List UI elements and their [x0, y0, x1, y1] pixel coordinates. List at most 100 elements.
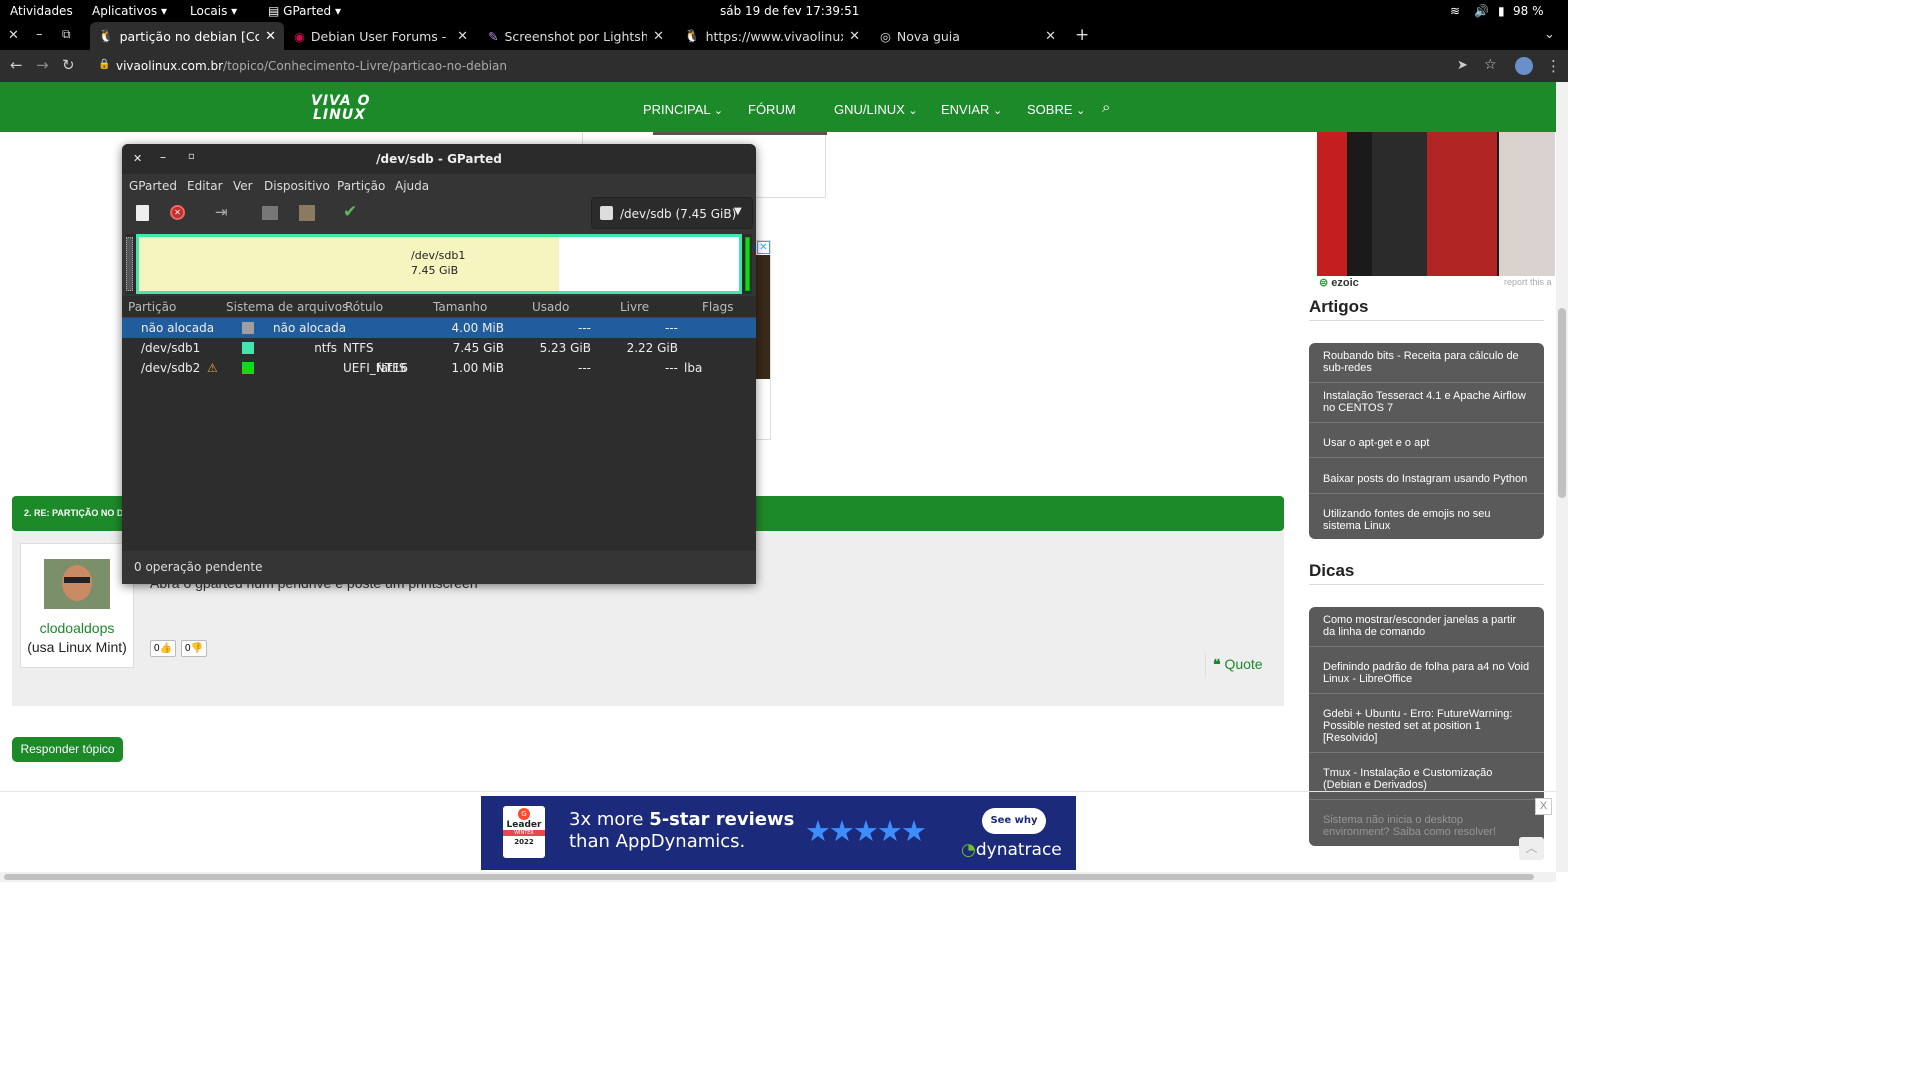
ad-close-icon[interactable]: ✕ — [757, 241, 770, 254]
copy-icon[interactable] — [262, 206, 278, 220]
menu-gparted[interactable]: GParted — [129, 179, 177, 193]
dica-item[interactable]: Definindo padrão de folha para a4 no Voi… — [1309, 647, 1544, 694]
col-livre[interactable]: Livre — [620, 300, 649, 314]
menu-dispositivo[interactable]: Dispositivo — [264, 179, 330, 193]
activities-button[interactable]: Atividades — [10, 4, 73, 18]
dynatrace-logo-icon: ◔ — [961, 840, 976, 860]
cell-size: 4.00 MiB — [451, 321, 504, 335]
col-flags[interactable]: Flags — [702, 300, 733, 314]
tab-vivaolinux-topic[interactable]: 🐧 partição no debian [Conhe ✕ — [90, 22, 284, 50]
search-icon[interactable]: ⌕ — [1102, 99, 1110, 116]
new-partition-icon[interactable] — [136, 205, 149, 221]
artigo-item[interactable]: Roubando bits - Receita para cálculo de … — [1309, 343, 1544, 383]
avatar[interactable] — [44, 559, 110, 609]
bookmark-star-icon[interactable]: ☆ — [1484, 57, 1497, 73]
address-bar[interactable]: vivaolinux.com.br/topico/Conhecimento-Li… — [116, 59, 507, 73]
menu-ver[interactable]: Ver — [233, 179, 253, 193]
gparted-title-bar[interactable]: ✕ – ▫ /dev/sdb - GParted — [122, 144, 756, 174]
artigo-item[interactable]: Utilizando fontes de emojis no seu siste… — [1309, 494, 1544, 539]
like-button[interactable]: 0👍 — [150, 640, 176, 657]
dica-item[interactable]: Como mostrar/esconder janelas a partir d… — [1309, 607, 1544, 647]
tab-close-icon[interactable]: ✕ — [1045, 29, 1056, 44]
col-particao[interactable]: Partição — [128, 300, 176, 314]
apply-check-icon[interactable]: ✔ — [343, 202, 357, 222]
site-logo[interactable]: VIVA O LINUX — [311, 94, 371, 122]
tab-search-chevron-icon[interactable]: ⌄ — [1544, 27, 1555, 42]
cell-label: NTFS — [343, 341, 374, 355]
dicas-divider — [1309, 584, 1544, 585]
menu-ajuda[interactable]: Ajuda — [395, 179, 429, 193]
tab-close-icon[interactable]: ✕ — [849, 29, 860, 44]
unallocated-segment[interactable] — [126, 237, 133, 291]
tab-vivaolinux-url[interactable]: 🐧 https://www.vivaolinux.co ✕ — [676, 22, 868, 50]
user-name-link[interactable]: clodoaldops — [21, 620, 133, 636]
tab-lightshot[interactable]: ✎ Screenshot por Lightshot ✕ — [480, 22, 672, 50]
dica-item[interactable]: Gdebi + Ubuntu - Erro: FutureWarning: Po… — [1309, 694, 1544, 753]
lock-icon[interactable]: 🔒 — [98, 59, 110, 70]
artigo-item[interactable]: Baixar posts do Instagram usando Python — [1309, 458, 1544, 494]
see-why-button[interactable]: See why — [982, 808, 1046, 834]
tab-close-icon[interactable]: ✕ — [653, 29, 664, 44]
reload-icon[interactable]: ↻ — [62, 56, 75, 74]
table-row[interactable]: não alocada não alocada 4.00 MiB --- --- — [122, 318, 756, 338]
scrollbar-thumb[interactable] — [1558, 308, 1566, 498]
dica-item[interactable]: Sistema não inicia o desktop environment… — [1309, 800, 1544, 846]
nav-principal[interactable]: PRINCIPAL ⌄ — [643, 102, 723, 117]
table-row[interactable]: /dev/sdb1 ntfs NTFS 7.45 GiB 5.23 GiB 2.… — [122, 338, 756, 358]
places-menu[interactable]: Locais ▾ — [190, 4, 237, 18]
tab-label: https://www.vivaolinux.co — [705, 28, 844, 44]
floating-ad-close-button[interactable]: X — [1535, 798, 1552, 815]
sidebar-ad-image[interactable] — [1317, 132, 1555, 276]
col-rotulo[interactable]: Rótulo — [345, 300, 383, 314]
nav-enviar[interactable]: ENVIAR ⌄ — [941, 102, 1002, 117]
window-restore-icon[interactable]: ⧉ — [62, 27, 71, 42]
col-tamanho[interactable]: Tamanho — [433, 300, 487, 314]
ezoic-label: ezoic — [1331, 277, 1359, 289]
chrome-menu-icon[interactable]: ⋮ — [1546, 57, 1561, 75]
table-row[interactable]: /dev/sdb2 ⚠ fat16 UEFI_NTFS 1.00 MiB ---… — [122, 358, 756, 378]
wifi-icon[interactable]: ≋ — [1450, 4, 1460, 18]
menu-particao[interactable]: Partição — [337, 179, 385, 193]
nav-sobre[interactable]: SOBRE ⌄ — [1027, 102, 1085, 117]
volume-icon[interactable]: 🔊 — [1474, 4, 1489, 18]
tab-close-icon[interactable]: ✕ — [457, 29, 468, 44]
artigo-item[interactable]: Instalação Tesseract 4.1 e Apache Airflo… — [1309, 383, 1544, 423]
tab-new-tab[interactable]: ◎ Nova guia ✕ — [872, 22, 1064, 50]
forward-arrow-icon[interactable]: → — [36, 56, 49, 74]
report-ad-link[interactable]: report this a — [1504, 277, 1552, 287]
window-close-icon[interactable]: ✕ — [8, 28, 19, 43]
dislike-button[interactable]: 0👎 — [181, 640, 207, 657]
app-menu[interactable]: ▤ GParted ▾ — [268, 4, 341, 18]
new-tab-plus-icon[interactable]: + — [1075, 25, 1089, 45]
dica-item[interactable]: Tmux - Instalação e Customização (Debian… — [1309, 753, 1544, 800]
dynatrace-ad-banner[interactable]: G Leader WINTER 2022 3x more 5-star revi… — [481, 796, 1076, 870]
send-tab-icon[interactable]: ➤ — [1457, 58, 1468, 73]
nav-gnulinux[interactable]: GNU/LINUX ⌄ — [834, 102, 918, 117]
battery-icon[interactable]: ▮ — [1498, 4, 1505, 18]
artigo-item[interactable]: Usar o apt-get e o apt — [1309, 423, 1544, 458]
quote-button[interactable]: ❝ Quote — [1205, 653, 1275, 677]
sdb1-segment[interactable]: /dev/sdb1 7.45 GiB — [136, 234, 742, 294]
ezoic-logo[interactable]: ⊜ ezoic — [1319, 276, 1359, 289]
applications-menu[interactable]: Aplicativos ▾ — [92, 4, 167, 18]
nav-forum[interactable]: FÓRUM — [748, 102, 796, 117]
page-scrollbar-horizontal[interactable] — [0, 872, 1556, 882]
resize-move-icon[interactable]: ⇥ — [215, 203, 228, 221]
menu-editar[interactable]: Editar — [187, 179, 223, 193]
delete-partition-icon[interactable]: ✕ — [170, 205, 185, 220]
scroll-top-icon[interactable]: ︿ — [1519, 837, 1544, 860]
sdb2-segment[interactable] — [745, 237, 750, 291]
col-usado[interactable]: Usado — [532, 300, 569, 314]
profile-avatar-icon[interactable] — [1515, 57, 1533, 75]
device-selector[interactable]: /dev/sdb (7.45 GiB) ▼ — [591, 197, 753, 229]
clock[interactable]: sáb 19 de fev 17:39:51 — [720, 4, 859, 18]
scrollbar-thumb[interactable] — [4, 874, 1534, 880]
tab-debian-forums[interactable]: ◉ Debian User Forums - Ind ✕ — [286, 22, 476, 50]
page-scrollbar-vertical[interactable] — [1556, 82, 1568, 872]
reply-topic-button[interactable]: Responder tópico — [12, 737, 123, 762]
window-minimize-icon[interactable]: – — [36, 27, 43, 42]
paste-icon[interactable] — [299, 205, 315, 221]
tab-close-icon[interactable]: ✕ — [265, 29, 276, 44]
back-arrow-icon[interactable]: ← — [10, 56, 23, 74]
col-sistema[interactable]: Sistema de arquivos — [226, 300, 348, 314]
